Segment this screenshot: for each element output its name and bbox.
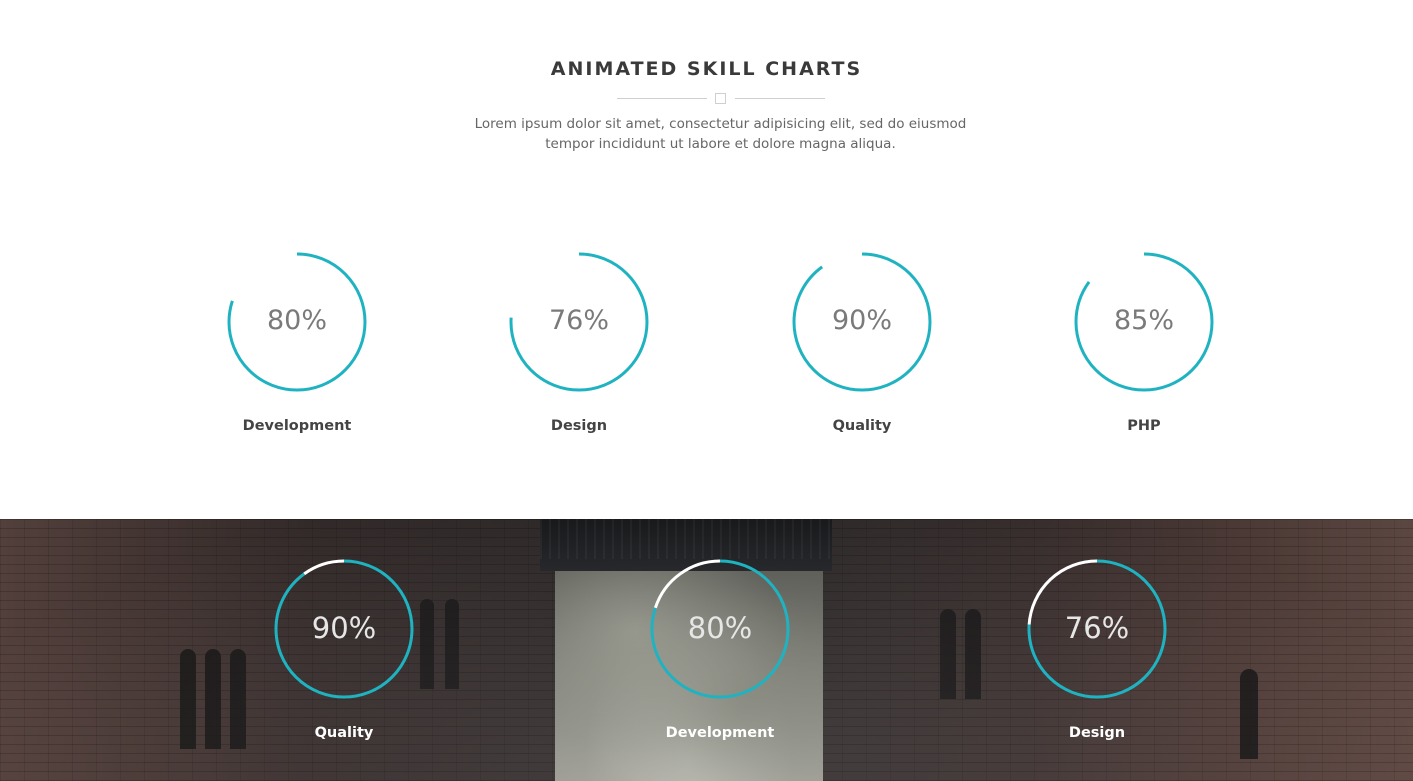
separator-line-left — [617, 98, 707, 99]
skill-chart-design-dark: 76% Design — [1007, 557, 1187, 741]
separator-square-icon — [715, 93, 726, 104]
skill-chart-development-dark: 80% Development — [630, 557, 810, 741]
skill-chart-quality: 90% Quality — [772, 250, 952, 434]
skill-percent: 90% — [831, 305, 892, 336]
skill-chart-php: 85% PHP — [1054, 250, 1234, 434]
skill-label: Development — [665, 725, 775, 741]
skill-percent: 80% — [687, 611, 753, 645]
skill-label: Design — [1068, 725, 1126, 741]
separator-line-right — [735, 98, 825, 99]
skill-percent: 76% — [1064, 611, 1130, 645]
skill-percent: 90% — [311, 611, 377, 645]
skill-label: Quality — [832, 418, 892, 434]
skill-percent: 80% — [266, 305, 327, 336]
skill-chart-quality-dark: 90% Quality — [254, 557, 434, 741]
skill-label: Quality — [314, 725, 374, 741]
skill-percent: 76% — [548, 305, 609, 336]
parallax-banner: 90% Quality 80% Development 76% Design — [0, 519, 1413, 781]
skill-percent: 85% — [1113, 305, 1174, 336]
section-subtitle: Lorem ipsum dolor sit amet, consectetur … — [470, 114, 971, 154]
skill-label: PHP — [1127, 418, 1161, 434]
title-separator — [617, 92, 825, 104]
skill-label: Development — [242, 418, 352, 434]
skill-label: Design — [550, 418, 608, 434]
skill-chart-design: 76% Design — [489, 250, 669, 434]
subtitle-line-2: tempor incididunt ut labore et dolore ma… — [545, 136, 896, 152]
section-title: ANIMATED SKILL CHARTS — [550, 58, 863, 80]
subtitle-line-1: Lorem ipsum dolor sit amet, consectetur … — [474, 116, 967, 132]
skills-page: ANIMATED SKILL CHARTS Lorem ipsum dolor … — [0, 0, 1413, 781]
skill-chart-development: 80% Development — [207, 250, 387, 434]
